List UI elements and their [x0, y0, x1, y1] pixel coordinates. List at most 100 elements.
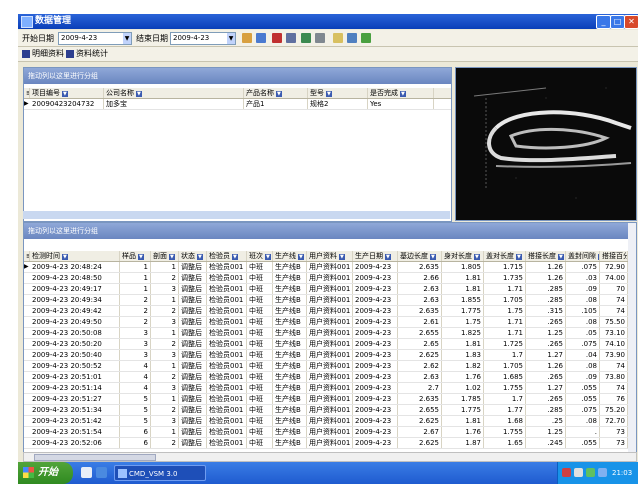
table-cell: 用户资料001 — [307, 383, 353, 393]
refresh-icon[interactable] — [361, 33, 371, 43]
table-cell: 生产线B — [273, 394, 307, 404]
maximize-button[interactable]: □ — [610, 15, 625, 29]
table-cell: 72.90 — [600, 262, 628, 272]
table-cell: 1.87 — [442, 438, 484, 448]
system-tray: 21:03 — [557, 462, 638, 484]
desktop-icon[interactable] — [81, 467, 92, 478]
column-header[interactable]: 生产线 ▼ — [273, 251, 307, 261]
column-header[interactable]: 剖面 ▼ — [151, 251, 179, 261]
column-header[interactable]: 公司名称 ▼ — [104, 88, 244, 98]
table-cell: .25 — [526, 416, 566, 426]
table-cell: 1.27 — [526, 383, 566, 393]
scrollbar-thumb[interactable] — [34, 454, 156, 461]
print-icon[interactable] — [315, 33, 325, 43]
table-row[interactable]: 2009-4-23 20:50:40 3 3 调整后 检验员001 中班 生产线B 用户资料0… — [24, 350, 636, 361]
tab-stats[interactable]: 资料统计 — [66, 49, 108, 59]
close-button[interactable]: ✕ — [624, 15, 638, 29]
open-file-icon[interactable] — [333, 33, 343, 43]
table-cell: 2009-4-23 — [353, 273, 398, 283]
column-header[interactable]: 搭接百分率▼ — [600, 251, 628, 261]
table-cell: 2009-4-23 20:50:08 — [30, 328, 120, 338]
column-header[interactable]: 状态 ▼ — [179, 251, 207, 261]
table-row[interactable]: 2009-4-23 20:50:52 4 1 调整后 检验员001 中班 生产线B 用户资料0… — [24, 361, 636, 372]
tab-detail[interactable]: 明细资料 — [22, 49, 64, 59]
table-row[interactable]: 2009-4-23 20:50:08 3 1 调整后 检验员001 中班 生产线B 用户资料0… — [24, 328, 636, 339]
table-cell: 5 — [120, 416, 151, 426]
table-row[interactable]: 2009-4-23 20:52:06 6 2 调整后 检验员001 中班 生产线B 用户资料0… — [24, 438, 636, 449]
grid-icon[interactable] — [301, 33, 311, 43]
edit-icon[interactable] — [286, 33, 296, 43]
chevron-down-icon[interactable]: ▼ — [227, 33, 235, 44]
column-header[interactable]: 检验员 ▼ — [207, 251, 247, 261]
table-cell: 1.7 — [484, 394, 526, 404]
tray-app-icon[interactable] — [562, 468, 571, 477]
horizontal-scrollbar[interactable] — [23, 452, 637, 462]
column-header[interactable]: 班次 ▼ — [247, 251, 273, 261]
home-alt-icon[interactable] — [256, 33, 266, 43]
vertical-scrollbar[interactable] — [628, 223, 636, 455]
table-cell: 1 — [120, 273, 151, 283]
table-row[interactable]: 2009-4-23 20:51:34 5 2 调整后 检验员001 中班 生产线B 用户资料0… — [24, 405, 636, 416]
column-header[interactable]: 搭接长度 ▼ — [526, 251, 566, 261]
table-row[interactable]: 2009-4-23 20:51:54 6 1 调整后 检验员001 中班 生产线B 用户资料0… — [24, 427, 636, 438]
table-cell: .075 — [566, 405, 600, 415]
table-cell: 2 — [151, 339, 179, 349]
volume-icon[interactable] — [598, 468, 607, 477]
export-icon[interactable] — [347, 33, 357, 43]
start-button[interactable]: 开始 — [18, 462, 73, 484]
column-header[interactable]: 产品名称 ▼ — [244, 88, 308, 98]
table-cell: .055 — [566, 438, 600, 448]
table-cell: 检验员001 — [207, 328, 247, 338]
home-icon[interactable] — [242, 33, 252, 43]
column-header[interactable]: 型号 ▼ — [308, 88, 368, 98]
table-row[interactable]: 2009-4-23 20:51:27 5 1 调整后 检验员001 中班 生产线B 用户资料0… — [24, 394, 636, 405]
table-cell: .055 — [566, 383, 600, 393]
table-row[interactable]: 2009-4-23 20:49:34 2 1 调整后 检验员001 中班 生产线B 用户资料0… — [24, 295, 636, 306]
table-cell: 生产线B — [273, 383, 307, 393]
column-header[interactable]: 身对长度 ▼ — [442, 251, 484, 261]
table-row[interactable]: ▶ 2009-4-23 20:48:24 1 1 调整后 检验员001 中班 生产线B 用户资料… — [24, 262, 636, 273]
chevron-down-icon[interactable]: ▼ — [123, 33, 131, 44]
column-header[interactable]: 是否完成 ▼ — [368, 88, 434, 98]
desktop-screen: 数据管理 _ □ ✕ 开始日期 2009-4-23 ▼ 结束日期 2009-4-… — [18, 14, 638, 484]
start-date-field[interactable]: 2009-4-23 ▼ — [58, 32, 132, 45]
column-header[interactable]: 项目编号 ▼ — [30, 88, 104, 98]
table-cell: .08 — [566, 295, 600, 305]
column-header[interactable]: 生产日期 ▼ — [353, 251, 398, 261]
table-row[interactable]: 2009-4-23 20:49:42 2 2 调整后 检验员001 中班 生产线B 用户资料0… — [24, 306, 636, 317]
end-date-field[interactable]: 2009-4-23 ▼ — [170, 32, 236, 45]
table-row[interactable]: 2009-4-23 20:50:20 3 2 调整后 检验员001 中班 生产线B 用户资料0… — [24, 339, 636, 350]
group-by-area[interactable]: 拖动列以这里进行分组 — [24, 223, 636, 239]
table-row[interactable]: 2009-4-23 20:49:50 2 3 调整后 检验员001 中班 生产线B 用户资料0… — [24, 317, 636, 328]
table-cell: 1 — [120, 262, 151, 272]
network-icon[interactable] — [574, 468, 583, 477]
tray-status-icon[interactable] — [586, 468, 595, 477]
table-cell: 调整后 — [179, 262, 207, 272]
table-cell: 2.655 — [398, 328, 442, 338]
column-header[interactable]: 检测时间 ▼ — [30, 251, 120, 261]
table-cell: .285 — [526, 405, 566, 415]
table-row[interactable]: ▶ 20090423204732 加多宝 产品1 规格2 Yes — [24, 99, 451, 110]
app-icon — [118, 469, 127, 478]
column-header[interactable]: 用户资料 ▼ — [307, 251, 353, 261]
column-header[interactable]: 基边长度 ▼ — [398, 251, 442, 261]
table-cell: 加多宝 — [104, 99, 244, 109]
table-cell: .08 — [566, 416, 600, 426]
minimize-button[interactable]: _ — [596, 15, 611, 29]
table-cell: 75.20 — [600, 405, 628, 415]
column-header[interactable]: 盖对长度 ▼ — [484, 251, 526, 261]
taskbar-app-button[interactable]: CMD_VSM 3.0 — [114, 465, 206, 481]
table-row[interactable]: 2009-4-23 20:51:01 4 2 调整后 检验员001 中班 生产线B 用户资料0… — [24, 372, 636, 383]
browser-icon[interactable] — [96, 467, 107, 478]
group-by-area[interactable]: 拖动列以这里进行分组 — [24, 68, 451, 84]
table-row[interactable]: 2009-4-23 20:49:17 1 3 调整后 检验员001 中班 生产线B 用户资料0… — [24, 284, 636, 295]
table-row[interactable]: 2009-4-23 20:51:14 4 3 调整后 检验员001 中班 生产线B 用户资料0… — [24, 383, 636, 394]
close-doc-icon[interactable] — [272, 33, 282, 43]
table-row[interactable]: 2009-4-23 20:51:42 5 3 调整后 检验员001 中班 生产线B 用户资料0… — [24, 416, 636, 427]
column-header[interactable]: 盖封间隙▼ — [566, 251, 600, 261]
column-header[interactable]: 样品 ▼ — [120, 251, 151, 261]
table-cell: 2009-4-23 20:50:20 — [30, 339, 120, 349]
table-cell: 2 — [151, 372, 179, 382]
table-cell: .09 — [566, 284, 600, 294]
table-row[interactable]: 2009-4-23 20:48:50 1 2 调整后 检验员001 中班 生产线B 用户资料0… — [24, 273, 636, 284]
